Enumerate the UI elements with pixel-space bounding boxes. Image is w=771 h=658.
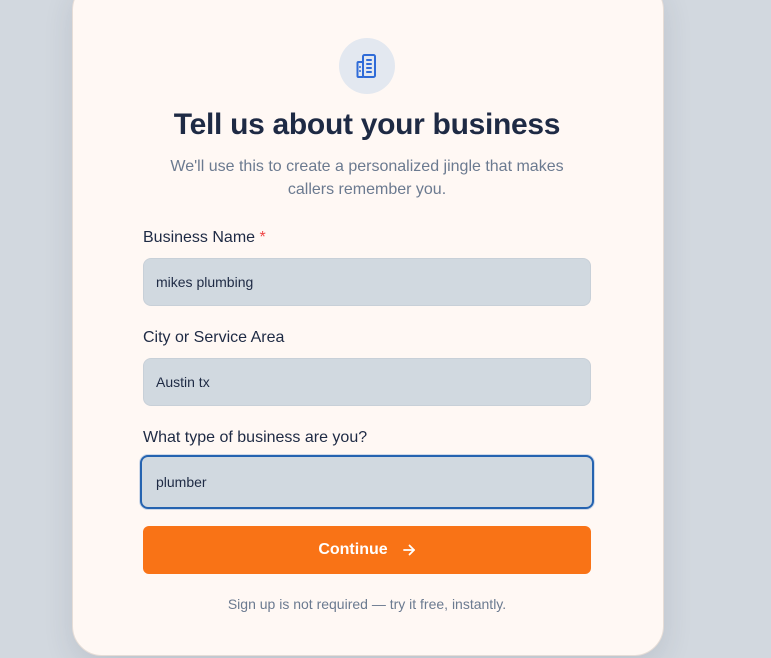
page-title: Tell us about your business: [173, 108, 561, 141]
business-name-input[interactable]: [143, 258, 591, 306]
business-name-label-text: Business Name: [143, 229, 256, 246]
arrow-right-icon: [402, 544, 415, 556]
business-name-label: Business Name *: [143, 229, 266, 247]
business-icon-badge: [339, 38, 395, 94]
building-icon: [356, 54, 376, 78]
continue-button-label: Continue: [318, 541, 388, 558]
page-subtitle: We'll use this to create a personalized …: [170, 158, 564, 198]
city-input[interactable]: [143, 358, 591, 406]
city-label: City or Service Area: [143, 329, 285, 346]
continue-button[interactable]: Continue: [143, 526, 591, 574]
required-asterisk: *: [259, 229, 266, 246]
business-type-label: What type of business are you?: [143, 429, 368, 446]
signup-note: Sign up is not required — try it free, i…: [227, 596, 507, 612]
business-type-input[interactable]: [140, 455, 594, 509]
